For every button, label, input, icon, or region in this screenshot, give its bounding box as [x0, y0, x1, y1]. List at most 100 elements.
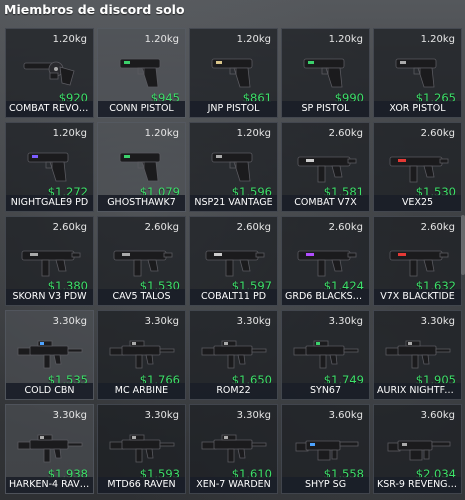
item-name: MC ARBINE: [98, 383, 185, 399]
item-card[interactable]: 1.20kg $1,596 NSP21 VANTAGE: [189, 122, 278, 212]
item-weight: 1.20kg: [236, 34, 271, 45]
item-card[interactable]: 2.60kg $1,632 V7X BLACKTIDE: [373, 216, 462, 306]
item-card[interactable]: 3.30kg $1,593 MTD66 RAVEN: [97, 404, 186, 494]
item-weight: 2.60kg: [420, 222, 455, 233]
revolver-icon: [16, 49, 84, 93]
pistol-icon: [108, 143, 176, 187]
rifle-icon: [108, 425, 176, 469]
rifle-icon: [384, 331, 452, 375]
item-card[interactable]: 3.60kg $2,034 KSR-9 REVENGER: [373, 404, 462, 494]
scrollbar[interactable]: [461, 215, 465, 275]
item-name: AURIX NIGHTFALL: [374, 383, 461, 399]
item-card[interactable]: 3.30kg $1,535 COLD CBN: [5, 310, 94, 400]
item-weight: 3.30kg: [420, 316, 455, 327]
item-name: CAV5 TALOS: [98, 289, 185, 305]
item-weight: 1.20kg: [144, 34, 179, 45]
item-card[interactable]: 1.20kg $990 SP PISTOL: [281, 28, 370, 118]
item-name: SHYP SG: [282, 477, 369, 493]
item-weight: 2.60kg: [328, 128, 363, 139]
item-card[interactable]: 1.20kg $861 JNP PISTOL: [189, 28, 278, 118]
item-name: SP PISTOL: [282, 101, 369, 117]
smg-icon: [384, 143, 452, 187]
item-name: SKORN V3 PDW: [6, 289, 93, 305]
item-card[interactable]: 3.30kg $1,749 SYN67: [281, 310, 370, 400]
item-weight: 1.20kg: [144, 128, 179, 139]
item-name: VEX25: [374, 195, 461, 211]
item-card[interactable]: 2.60kg $1,530 VEX25: [373, 122, 462, 212]
item-name: XOR PISTOL: [374, 101, 461, 117]
panel-title: Miembros de discord solo: [4, 2, 185, 17]
shotgun-icon: [292, 425, 360, 469]
item-name: COBALT11 PD: [190, 289, 277, 305]
item-card[interactable]: 1.20kg $1,272 NIGHTGALE9 PD: [5, 122, 94, 212]
item-name: V7X BLACKTIDE: [374, 289, 461, 305]
item-weight: 2.60kg: [52, 222, 87, 233]
item-weight: 3.30kg: [144, 410, 179, 421]
item-weight: 3.30kg: [328, 316, 363, 327]
item-card[interactable]: 1.20kg $945 CONN PISTOL: [97, 28, 186, 118]
item-weight: 2.60kg: [328, 222, 363, 233]
pistol-icon: [200, 49, 268, 93]
item-card[interactable]: 3.30kg $1,766 MC ARBINE: [97, 310, 186, 400]
rifle-icon: [200, 331, 268, 375]
item-name: COMBAT REVOLVER: [6, 101, 93, 117]
rifle-icon: [200, 425, 268, 469]
smg-icon: [16, 237, 84, 281]
item-card[interactable]: 3.30kg $1,905 AURIX NIGHTFALL: [373, 310, 462, 400]
item-name: MTD66 RAVEN: [98, 477, 185, 493]
smg-icon: [292, 237, 360, 281]
item-grid: 1.20kg $920 COMBAT REVOLVER 1.20kg $945 CONN …: [5, 28, 465, 500]
rifle-icon: [292, 331, 360, 375]
item-weight: 3.60kg: [420, 410, 455, 421]
item-card[interactable]: 3.60kg $1,558 SHYP SG: [281, 404, 370, 494]
item-card[interactable]: 2.60kg $1,597 COBALT11 PD: [189, 216, 278, 306]
item-weight: 3.30kg: [144, 316, 179, 327]
item-name: NIGHTGALE9 PD: [6, 195, 93, 211]
item-name: CONN PISTOL: [98, 101, 185, 117]
item-weight: 3.30kg: [52, 410, 87, 421]
rifle-icon: [16, 331, 84, 375]
item-card[interactable]: 2.60kg $1,380 SKORN V3 PDW: [5, 216, 94, 306]
rifle-icon: [16, 425, 84, 469]
item-card[interactable]: 2.60kg $1,424 GRD6 BLACKSPIRE: [281, 216, 370, 306]
smg-icon: [292, 143, 360, 187]
item-name: ROM22: [190, 383, 277, 399]
item-name: KSR-9 REVENGER: [374, 477, 461, 493]
pistol-icon: [108, 49, 176, 93]
pistol-icon: [16, 143, 84, 187]
item-name: COLD CBN: [6, 383, 93, 399]
item-weight: 1.20kg: [328, 34, 363, 45]
item-card[interactable]: 2.60kg $1,581 COMBAT V7X: [281, 122, 370, 212]
item-weight: 3.30kg: [236, 410, 271, 421]
shotgun-icon: [384, 425, 452, 469]
smg-icon: [108, 237, 176, 281]
item-weight: 1.20kg: [52, 128, 87, 139]
smg-icon: [200, 237, 268, 281]
item-card[interactable]: 3.30kg $1,610 XEN-7 WARDEN: [189, 404, 278, 494]
item-name: HARKEN-4 RAVEN: [6, 477, 93, 493]
item-card[interactable]: 3.30kg $1,938 HARKEN-4 RAVEN: [5, 404, 94, 494]
item-name: JNP PISTOL: [190, 101, 277, 117]
item-weight: 3.60kg: [328, 410, 363, 421]
item-card[interactable]: 1.20kg $1,079 GHOSTHAWK7: [97, 122, 186, 212]
item-weight: 3.30kg: [236, 316, 271, 327]
item-card[interactable]: 2.60kg $1,530 CAV5 TALOS: [97, 216, 186, 306]
item-name: COMBAT V7X: [282, 195, 369, 211]
item-weight: 2.60kg: [144, 222, 179, 233]
item-card[interactable]: 3.30kg $1,650 ROM22: [189, 310, 278, 400]
item-name: GHOSTHAWK7: [98, 195, 185, 211]
item-weight: 3.30kg: [52, 316, 87, 327]
item-card[interactable]: 1.20kg $1,265 XOR PISTOL: [373, 28, 462, 118]
item-name: XEN-7 WARDEN: [190, 477, 277, 493]
item-weight: 1.20kg: [420, 34, 455, 45]
item-name: GRD6 BLACKSPIRE: [282, 289, 369, 305]
item-weight: 2.60kg: [420, 128, 455, 139]
item-weight: 2.60kg: [236, 222, 271, 233]
item-weight: 1.20kg: [52, 34, 87, 45]
item-name: SYN67: [282, 383, 369, 399]
pistol-icon: [200, 143, 268, 187]
item-card[interactable]: 1.20kg $920 COMBAT REVOLVER: [5, 28, 94, 118]
item-name: NSP21 VANTAGE: [190, 195, 277, 211]
pistol-icon: [292, 49, 360, 93]
rifle-icon: [108, 331, 176, 375]
